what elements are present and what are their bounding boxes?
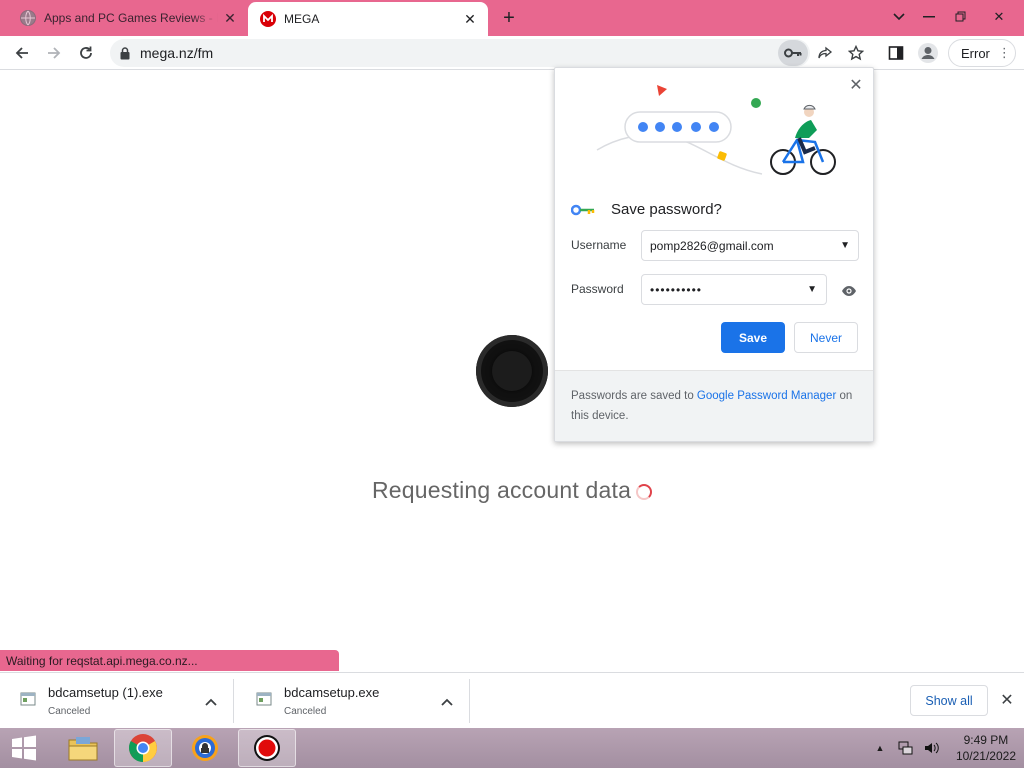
dropdown-arrow-icon[interactable]: ▼ bbox=[840, 240, 850, 251]
dropdown-arrow-icon[interactable]: ▼ bbox=[807, 284, 818, 295]
username-value: pomp2826@gmail.com bbox=[650, 238, 774, 253]
save-password-dialog: ✕ Save password? Username pomp2826@gmail… bbox=[554, 67, 874, 442]
password-value: •••••••••• bbox=[650, 282, 703, 297]
username-label: Username bbox=[571, 238, 627, 252]
restore-icon[interactable] bbox=[946, 4, 976, 30]
password-field[interactable]: •••••••••• ▼ bbox=[641, 274, 827, 305]
tray-overflow-chevron-icon[interactable]: ▲ bbox=[872, 743, 888, 753]
share-icon[interactable] bbox=[816, 44, 834, 62]
footer-text: Passwords are saved to bbox=[571, 390, 697, 402]
address-bar[interactable]: mega.nz/fm bbox=[110, 39, 833, 67]
reload-icon[interactable] bbox=[72, 39, 100, 67]
mega-logo-icon bbox=[260, 11, 276, 27]
exe-file-icon bbox=[256, 691, 272, 707]
windows-taskbar: ▲ 9:49 PM 10/21/2022 bbox=[0, 728, 1024, 768]
download-item[interactable]: bdcamsetup (1).exe Canceled bbox=[0, 679, 234, 723]
close-tab-icon[interactable]: ✕ bbox=[218, 6, 242, 30]
avast-browser-icon[interactable] bbox=[176, 729, 234, 767]
profile-avatar-icon[interactable] bbox=[914, 39, 942, 67]
download-shelf: bdcamsetup (1).exe Canceled bdcamsetup.e… bbox=[0, 672, 1024, 728]
close-icon[interactable]: ✕ bbox=[845, 74, 867, 96]
volume-icon[interactable] bbox=[922, 741, 942, 755]
chevron-up-icon[interactable] bbox=[200, 691, 222, 713]
error-label: Error bbox=[961, 45, 990, 61]
dialog-footer: Passwords are saved to Google Password M… bbox=[555, 370, 873, 441]
password-manager-link[interactable]: Google Password Manager bbox=[697, 390, 836, 402]
key-icon[interactable] bbox=[778, 40, 808, 66]
side-panel-icon[interactable] bbox=[882, 39, 910, 67]
clock-time: 9:49 PM bbox=[963, 733, 1009, 747]
tab-search-chevron-icon[interactable] bbox=[884, 4, 914, 30]
browser-toolbar: mega.nz/fm Error ⋮ bbox=[0, 36, 1024, 70]
globe-icon bbox=[20, 10, 36, 26]
loading-text: Requesting account data bbox=[372, 477, 632, 503]
username-field[interactable]: pomp2826@gmail.com ▼ bbox=[641, 230, 859, 261]
download-filename: bdcamsetup (1).exe bbox=[48, 685, 163, 700]
system-tray: ▲ 9:49 PM 10/21/2022 bbox=[872, 728, 1016, 768]
download-status: Canceled bbox=[48, 706, 91, 717]
windows-start-icon[interactable] bbox=[0, 729, 48, 767]
exe-file-icon bbox=[20, 691, 36, 707]
lock-icon[interactable] bbox=[120, 46, 130, 60]
never-button[interactable]: Never bbox=[794, 322, 858, 353]
profile-error-chip[interactable]: Error ⋮ bbox=[948, 39, 1016, 67]
save-button[interactable]: Save bbox=[721, 322, 785, 353]
cyclist-illustration bbox=[596, 85, 836, 175]
show-password-eye-icon[interactable] bbox=[838, 280, 860, 302]
download-filename: bdcamsetup.exe bbox=[284, 685, 380, 700]
chevron-up-icon[interactable] bbox=[436, 691, 458, 713]
clock-date: 10/21/2022 bbox=[955, 749, 1016, 763]
dialog-title-row: Save password? bbox=[571, 201, 722, 218]
file-explorer-icon[interactable] bbox=[54, 729, 112, 767]
bandicam-record-icon[interactable] bbox=[238, 729, 296, 767]
chrome-icon[interactable] bbox=[114, 729, 172, 767]
new-tab-plus-icon[interactable]: + bbox=[496, 5, 522, 31]
back-arrow-icon[interactable] bbox=[8, 39, 36, 67]
status-bubble: Waiting for reqstat.api.mega.co.nz... bbox=[0, 650, 339, 671]
close-tab-icon[interactable]: ✕ bbox=[458, 7, 482, 31]
minimize-icon[interactable] bbox=[914, 4, 944, 30]
system-clock[interactable]: 9:49 PM 10/21/2022 bbox=[956, 732, 1016, 764]
more-vert-icon[interactable]: ⋮ bbox=[998, 45, 1011, 61]
mega-loading-logo bbox=[476, 335, 548, 407]
close-window-icon[interactable]: ✕ bbox=[984, 4, 1014, 30]
tab-title: MEGA bbox=[284, 12, 320, 26]
close-icon[interactable]: ✕ bbox=[996, 689, 1018, 711]
show-all-button[interactable]: Show all bbox=[910, 685, 988, 716]
loading-spinner-icon bbox=[636, 484, 652, 500]
network-icon[interactable] bbox=[894, 741, 918, 755]
forward-arrow-icon[interactable] bbox=[40, 39, 68, 67]
bookmark-star-icon[interactable] bbox=[842, 39, 870, 67]
tab-apps-reviews[interactable]: Apps and PC Games Reviews - Fr ✕ bbox=[8, 0, 248, 36]
tab-title: Apps and PC Games Reviews - Fr bbox=[44, 11, 218, 25]
password-label: Password bbox=[571, 282, 624, 296]
tab-strip: Apps and PC Games Reviews - Fr ✕ MEGA ✕ … bbox=[0, 0, 1024, 36]
tab-mega[interactable]: MEGA ✕ bbox=[248, 2, 488, 36]
dialog-title: Save password? bbox=[611, 201, 722, 218]
password-key-icon bbox=[571, 203, 597, 217]
download-status: Canceled bbox=[284, 706, 327, 717]
url-text: mega.nz/fm bbox=[140, 45, 214, 61]
download-item[interactable]: bdcamsetup.exe Canceled bbox=[236, 679, 470, 723]
